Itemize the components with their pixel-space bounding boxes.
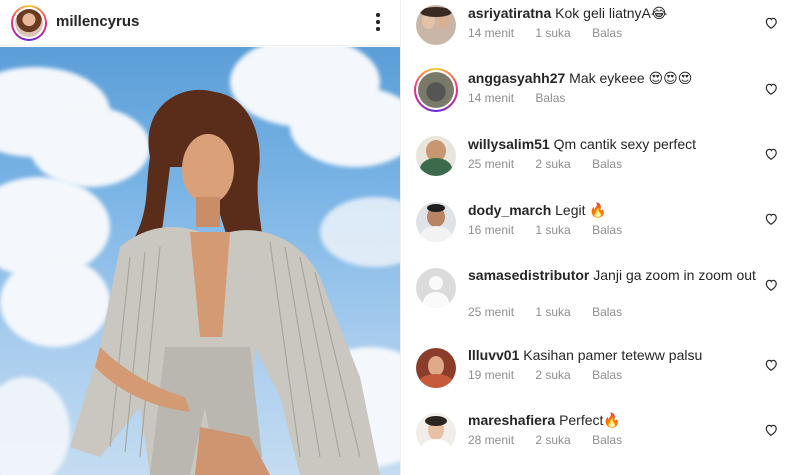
commenter-username[interactable]: llluvv01 <box>468 347 519 363</box>
commenter-username[interactable]: dody_march <box>468 202 551 218</box>
more-options-icon[interactable] <box>370 10 386 34</box>
commenter-avatar[interactable] <box>416 202 456 242</box>
comment-text: Kok geli liatnyA😂 <box>555 5 668 21</box>
comment-text: Kasihan pamer teteww palsu <box>523 347 703 363</box>
comment-likes[interactable]: 2 suka <box>535 433 570 447</box>
commenter-avatar[interactable] <box>416 348 456 388</box>
comment-time[interactable]: 25 menit <box>468 157 514 171</box>
commenter-username[interactable]: asriyatiratna <box>468 5 551 21</box>
default-avatar-icon[interactable] <box>416 268 456 308</box>
post-photo[interactable] <box>0 47 400 475</box>
commenter-username[interactable]: anggasyahh27 <box>468 70 565 86</box>
comments-panel: asriyatiratna Kok geli liatnyA😂 14 menit… <box>400 0 800 475</box>
reply-button[interactable]: Balas <box>592 26 622 40</box>
like-heart-icon[interactable] <box>764 82 778 96</box>
comment-item: willysalim51 Qm cantik sexy perfect 25 m… <box>401 132 800 198</box>
like-heart-icon[interactable] <box>764 278 778 292</box>
reply-button[interactable]: Balas <box>592 157 622 171</box>
comment-text: Qm cantik sexy perfect <box>553 136 696 152</box>
comment-likes[interactable]: 1 suka <box>535 223 570 237</box>
commenter-username[interactable]: samasedistributor <box>468 267 589 283</box>
comment-text: Mak eykeee 😍😍😍 <box>569 70 693 86</box>
comment-time[interactable]: 14 menit <box>468 91 514 105</box>
comment-likes[interactable]: 2 suka <box>535 157 570 171</box>
comment-likes[interactable]: 1 suka <box>535 26 570 40</box>
like-heart-icon[interactable] <box>764 212 778 226</box>
comment-time[interactable]: 28 menit <box>468 433 514 447</box>
comment-likes[interactable]: 1 suka <box>535 305 570 319</box>
comment-time[interactable]: 19 menit <box>468 368 514 382</box>
reply-button[interactable]: Balas <box>592 305 622 319</box>
commenter-username[interactable]: mareshafiera <box>468 412 555 428</box>
comment-item: dody_march Legit 🔥 16 menit 1 suka Balas <box>401 198 800 264</box>
comment-item: samasedistributor Janji ga zoom in zoom … <box>401 264 800 344</box>
comment-time[interactable]: 25 menit <box>468 305 514 319</box>
post-header: millencyrus <box>0 0 400 46</box>
like-heart-icon[interactable] <box>764 358 778 372</box>
like-heart-icon[interactable] <box>764 423 778 437</box>
comment-item: llluvv01 Kasihan pamer teteww palsu 19 m… <box>401 344 800 410</box>
commenter-username[interactable]: willysalim51 <box>468 136 550 152</box>
commenter-avatar[interactable] <box>416 413 456 453</box>
post-author-username[interactable]: millencyrus <box>56 13 139 30</box>
like-heart-icon[interactable] <box>764 147 778 161</box>
post-panel: millencyrus <box>0 0 400 475</box>
post-author-avatar[interactable] <box>11 5 47 41</box>
reply-button[interactable]: Balas <box>592 223 622 237</box>
reply-button[interactable]: Balas <box>592 433 622 447</box>
comment-item: asriyatiratna Kok geli liatnyA😂 14 menit… <box>401 0 800 66</box>
comment-text: Perfect🔥 <box>559 412 621 428</box>
comment-time[interactable]: 16 menit <box>468 223 514 237</box>
reply-button[interactable]: Balas <box>592 368 622 382</box>
comment-item: mareshafiera Perfect🔥 28 menit 2 suka Ba… <box>401 410 800 475</box>
person-figure <box>70 89 380 475</box>
comment-item: anggasyahh27 Mak eykeee 😍😍😍 14 menit Bal… <box>401 66 800 132</box>
comment-text: Janji ga zoom in zoom out <box>593 267 756 283</box>
commenter-avatar[interactable] <box>416 136 456 176</box>
comment-likes[interactable]: 2 suka <box>535 368 570 382</box>
reply-button[interactable]: Balas <box>535 91 565 105</box>
comment-text: Legit 🔥 <box>555 202 607 218</box>
like-heart-icon[interactable] <box>764 16 778 30</box>
commenter-avatar[interactable] <box>414 68 458 112</box>
comment-time[interactable]: 14 menit <box>468 26 514 40</box>
commenter-avatar[interactable] <box>416 5 456 45</box>
